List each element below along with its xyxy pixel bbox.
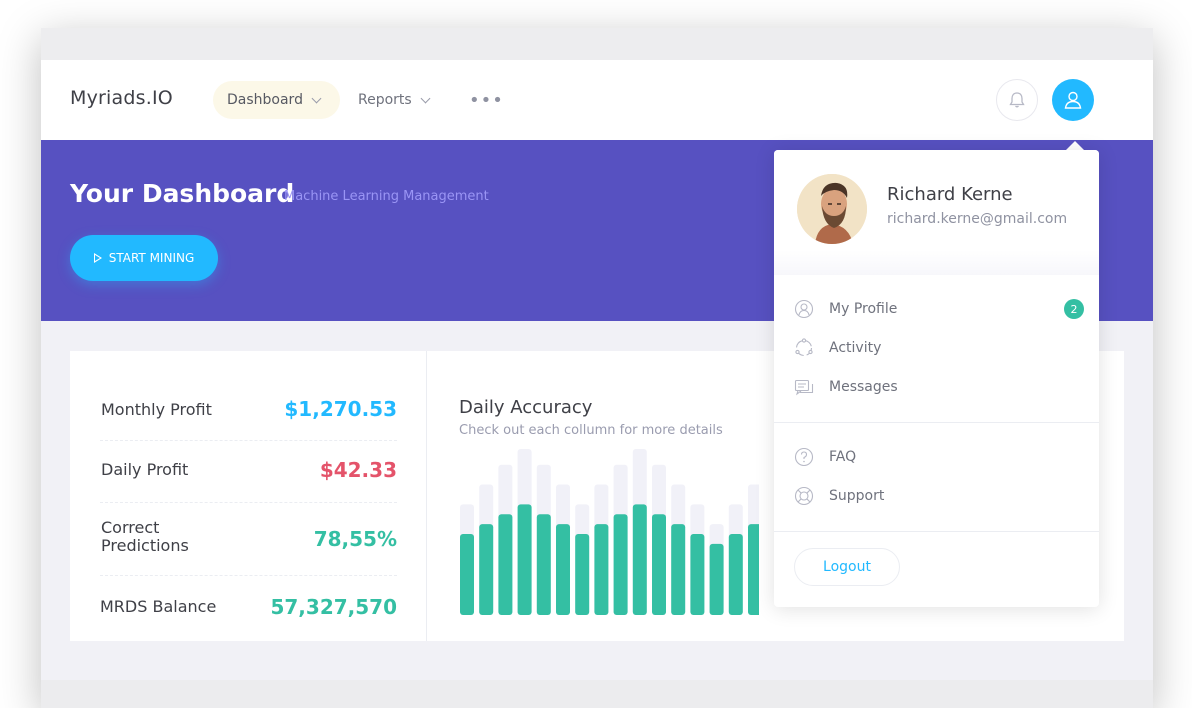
- bar-accuracy[interactable]: [690, 533, 705, 615]
- stat-row: Monthly Profit $1,270.53: [100, 383, 397, 441]
- chevron-down-icon: [420, 93, 431, 103]
- nav-dashboard-label: Dashboard: [227, 92, 303, 108]
- stat-value: $1,270.53: [284, 397, 397, 421]
- top-header: Myriads.IO Dashboard Reports •••: [41, 60, 1153, 147]
- screenshot-stage: Myriads.IO Dashboard Reports ••• Your Da…: [0, 0, 1192, 708]
- nav-reports-label: Reports: [358, 92, 412, 108]
- notification-badge: 2: [1064, 299, 1084, 319]
- bar-accuracy[interactable]: [594, 524, 609, 615]
- stat-label: MRDS Balance: [100, 597, 217, 616]
- avatar-portrait: [797, 174, 867, 244]
- bar-accuracy[interactable]: [709, 543, 724, 615]
- profile-icon: [794, 299, 814, 319]
- bar-accuracy[interactable]: [632, 504, 647, 615]
- menu-item-messages[interactable]: Messages: [794, 374, 1084, 400]
- menu-item-label: Activity: [829, 340, 882, 356]
- menu-divider: [774, 531, 1099, 532]
- menu-item-faq[interactable]: FAQ: [794, 444, 1084, 470]
- messages-icon: [794, 379, 814, 396]
- user-name: Richard Kerne: [887, 184, 1013, 205]
- window-top-strip: [41, 28, 1153, 60]
- activity-icon: [795, 338, 813, 357]
- dropdown-header: Richard Kerne richard.kerne@gmail.com: [774, 150, 1099, 275]
- avatar: [797, 174, 867, 244]
- bar-accuracy[interactable]: [479, 524, 494, 615]
- more-dots-icon[interactable]: •••: [469, 90, 504, 111]
- bar-accuracy[interactable]: [652, 514, 666, 615]
- stat-label: Correct Predictions: [101, 518, 189, 555]
- page-title: Your Dashboard: [70, 179, 295, 208]
- menu-item-label: Support: [829, 488, 885, 504]
- user-email: richard.kerne@gmail.com: [887, 211, 1068, 227]
- stat-value: 57,327,570: [270, 595, 397, 619]
- chart-title: Daily Accuracy: [459, 397, 593, 418]
- nav-reports[interactable]: Reports: [344, 81, 444, 119]
- bar-accuracy[interactable]: [536, 514, 551, 615]
- menu-item-my-profile[interactable]: My Profile 2: [794, 296, 1084, 322]
- bar-accuracy[interactable]: [556, 524, 570, 615]
- daily-accuracy-chart: [460, 448, 759, 615]
- menu-item-support[interactable]: Support: [794, 483, 1084, 509]
- start-mining-button[interactable]: START MINING: [70, 235, 218, 281]
- menu-item-activity[interactable]: Activity: [794, 335, 1084, 361]
- stat-label: Monthly Profit: [101, 400, 212, 419]
- menu-item-label: FAQ: [829, 449, 857, 465]
- notifications-button[interactable]: [996, 79, 1038, 121]
- user-icon: [1064, 91, 1082, 109]
- brand-logo[interactable]: Myriads.IO: [70, 87, 173, 109]
- nav-dashboard[interactable]: Dashboard: [213, 81, 340, 119]
- stat-label: Daily Profit: [101, 460, 189, 479]
- chart-subtitle: Check out each collumn for more details: [459, 423, 723, 438]
- stat-value: $42.33: [319, 458, 397, 482]
- bar-accuracy[interactable]: [517, 504, 532, 615]
- stat-row: Daily Profit $42.33: [100, 441, 397, 503]
- stat-value: 78,55%: [313, 527, 397, 551]
- bar-accuracy[interactable]: [498, 514, 513, 615]
- bar-accuracy[interactable]: [460, 533, 474, 615]
- menu-item-label: Messages: [829, 379, 898, 395]
- stats-panel: Monthly Profit $1,270.53 Daily Profit $4…: [70, 351, 427, 641]
- bell-icon: [1009, 92, 1025, 108]
- start-mining-label: START MINING: [108, 251, 195, 265]
- question-icon: [794, 447, 814, 467]
- chevron-down-icon: [311, 93, 322, 103]
- bar-accuracy[interactable]: [575, 533, 590, 615]
- menu-divider: [774, 422, 1099, 423]
- bar-accuracy[interactable]: [748, 524, 759, 615]
- lifebuoy-icon: [794, 486, 814, 506]
- bar-accuracy[interactable]: [671, 524, 686, 615]
- bar-accuracy[interactable]: [613, 514, 628, 615]
- play-icon: [93, 253, 102, 263]
- user-menu-button[interactable]: [1052, 79, 1094, 121]
- bar-accuracy[interactable]: [728, 533, 743, 615]
- menu-item-label: My Profile: [829, 301, 898, 317]
- user-dropdown: Richard Kerne richard.kerne@gmail.com My…: [774, 150, 1099, 607]
- logout-button[interactable]: Logout: [794, 548, 900, 586]
- stat-row: MRDS Balance 57,327,570: [100, 576, 397, 636]
- page-subtitle: Machine Learning Management: [284, 189, 489, 204]
- stat-row: Correct Predictions 78,55%: [100, 503, 397, 576]
